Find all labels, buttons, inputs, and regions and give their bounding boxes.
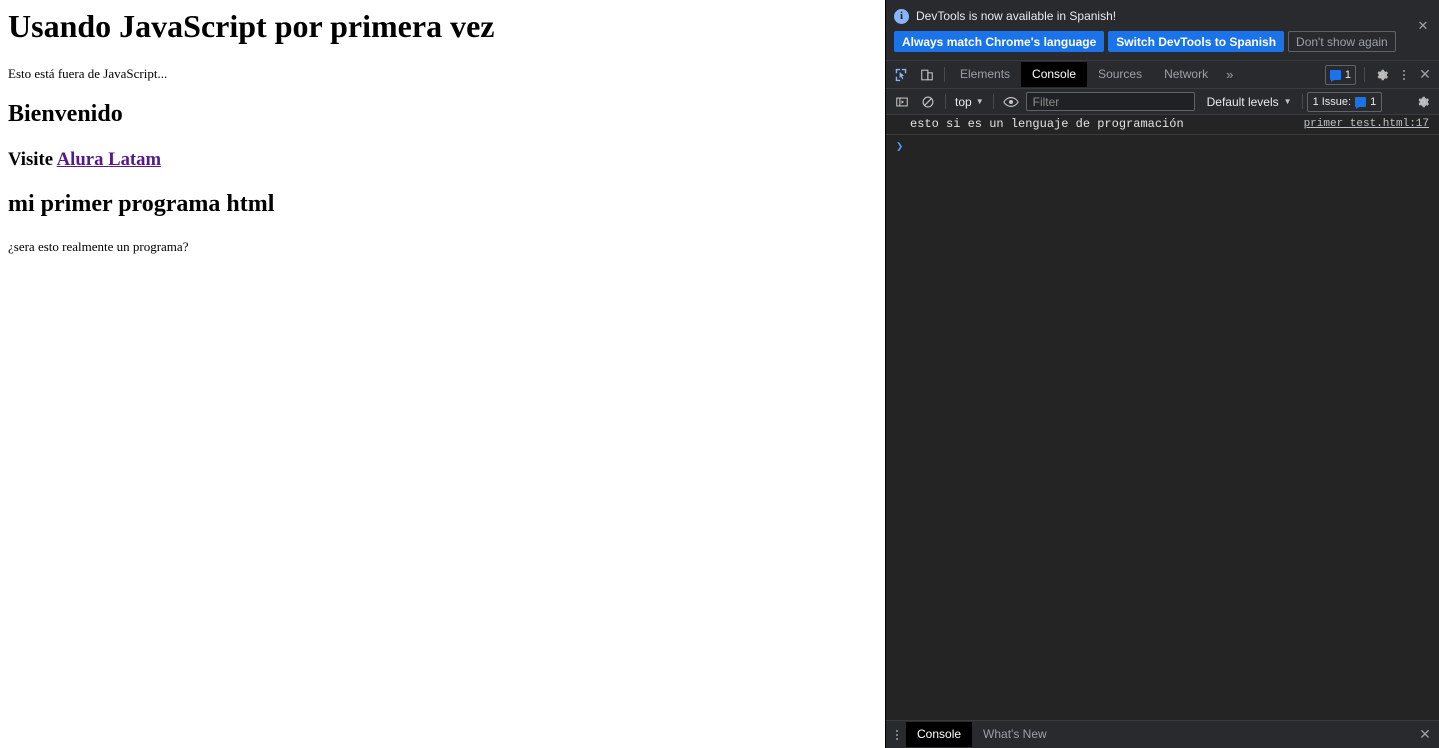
execution-context-label: top bbox=[955, 94, 972, 109]
alura-latam-link[interactable]: Alura Latam bbox=[57, 149, 161, 170]
tabbar-separator bbox=[944, 67, 945, 82]
message-bubble-icon bbox=[1329, 69, 1341, 82]
execution-context-selector[interactable]: top ▼ bbox=[950, 95, 989, 109]
live-expression-icon[interactable] bbox=[998, 89, 1024, 114]
devtools-drawer-tabbar: Console What's New ✕ bbox=[886, 720, 1439, 748]
always-match-chrome-language-button[interactable]: Always match Chrome's language bbox=[894, 31, 1105, 52]
heading-primer-programa: mi primer programa html bbox=[8, 190, 275, 217]
prompt-arrow-icon: ❯ bbox=[896, 140, 904, 154]
console-issues-label: 1 Issue: bbox=[1312, 95, 1352, 108]
drawer-tab-console[interactable]: Console bbox=[906, 722, 973, 747]
devtools-tabbar: Elements Console Sources Network » 1 ✕ bbox=[886, 61, 1439, 89]
chevron-down-icon-levels: ▼ bbox=[1283, 97, 1292, 106]
console-log-levels-selector[interactable]: Default levels ▼ bbox=[1201, 95, 1298, 109]
tab-network[interactable]: Network bbox=[1153, 62, 1219, 87]
console-prompt-row[interactable]: ❯ bbox=[886, 135, 1439, 158]
clear-console-icon[interactable] bbox=[915, 89, 941, 114]
console-message-area[interactable]: esto si es un lenguaje de programación p… bbox=[886, 115, 1439, 720]
browser-page-viewport: Usando JavaScript por primera vez Esto e… bbox=[0, 0, 885, 748]
console-issues-count: 1 bbox=[1370, 95, 1377, 108]
console-toolbar: top ▼ Default levels ▼ 1 Issue: 1 bbox=[886, 89, 1439, 115]
chevron-down-icon: ▼ bbox=[975, 97, 984, 106]
consolebar-separator-2 bbox=[992, 94, 994, 109]
more-options-icon[interactable] bbox=[1395, 65, 1413, 85]
tabbar-separator-2 bbox=[1364, 67, 1365, 82]
visit-prefix-text: Visite bbox=[8, 149, 57, 171]
banner-close-icon[interactable]: ✕ bbox=[1415, 18, 1431, 34]
banner-message-row: i DevTools is now available in Spanish! bbox=[894, 6, 1431, 26]
dont-show-again-button[interactable]: Don't show again bbox=[1288, 31, 1396, 52]
tab-console[interactable]: Console bbox=[1021, 62, 1088, 87]
gear-icon[interactable] bbox=[1369, 62, 1395, 87]
paragraph-sera-programa: ¿sera esto realmente un programa? bbox=[8, 238, 189, 254]
consolebar-separator bbox=[945, 94, 946, 109]
console-source-link[interactable]: primer test.html:17 bbox=[1304, 118, 1429, 130]
drawer-more-options-icon[interactable] bbox=[888, 725, 906, 745]
heading-bienvenido: Bienvenido bbox=[8, 101, 123, 128]
info-icon: i bbox=[894, 8, 909, 24]
console-sidebar-icon[interactable] bbox=[889, 89, 915, 114]
close-devtools-icon[interactable]: ✕ bbox=[1413, 63, 1437, 87]
more-tabs-icon[interactable]: » bbox=[1219, 62, 1240, 87]
devtools-panel: i DevTools is now available in Spanish! … bbox=[885, 0, 1439, 748]
console-log-text: esto si es un lenguaje de programación bbox=[910, 117, 1184, 131]
drawer-tab-whats-new[interactable]: What's New bbox=[972, 722, 1058, 747]
devtools-language-banner: i DevTools is now available in Spanish! … bbox=[886, 0, 1439, 61]
page-title: Usando JavaScript por primera vez bbox=[8, 8, 495, 44]
banner-message: DevTools is now available in Spanish! bbox=[916, 9, 1117, 23]
issues-badge-count: 1 bbox=[1344, 68, 1351, 81]
tab-elements[interactable]: Elements bbox=[949, 62, 1021, 87]
banner-actions-row: Always match Chrome's language Switch De… bbox=[894, 31, 1431, 52]
log-levels-label: Default levels bbox=[1206, 94, 1279, 109]
inspect-element-icon[interactable] bbox=[888, 62, 914, 87]
switch-devtools-to-spanish-button[interactable]: Switch DevTools to Spanish bbox=[1108, 31, 1285, 52]
message-bubble-icon-2 bbox=[1355, 96, 1367, 109]
page-document-body: Usando JavaScript por primera vez Esto e… bbox=[0, 0, 885, 278]
console-prompt-input[interactable] bbox=[909, 140, 1429, 153]
console-filter-input[interactable] bbox=[1025, 92, 1195, 111]
device-toolbar-icon[interactable] bbox=[914, 62, 940, 87]
consolebar-separator-3 bbox=[1301, 94, 1303, 109]
issues-badge[interactable]: 1 bbox=[1324, 64, 1356, 85]
console-settings-gear-icon[interactable] bbox=[1410, 89, 1436, 114]
tab-sources[interactable]: Sources bbox=[1087, 62, 1153, 87]
close-drawer-icon[interactable]: ✕ bbox=[1413, 723, 1437, 747]
console-issues-button[interactable]: 1 Issue: 1 bbox=[1306, 91, 1383, 112]
paragraph-outside-js: Esto está fuera de JavaScript... bbox=[8, 66, 168, 82]
console-log-row[interactable]: esto si es un lenguaje de programación p… bbox=[886, 115, 1439, 135]
visit-line: Visite Alura Latam bbox=[8, 149, 877, 171]
